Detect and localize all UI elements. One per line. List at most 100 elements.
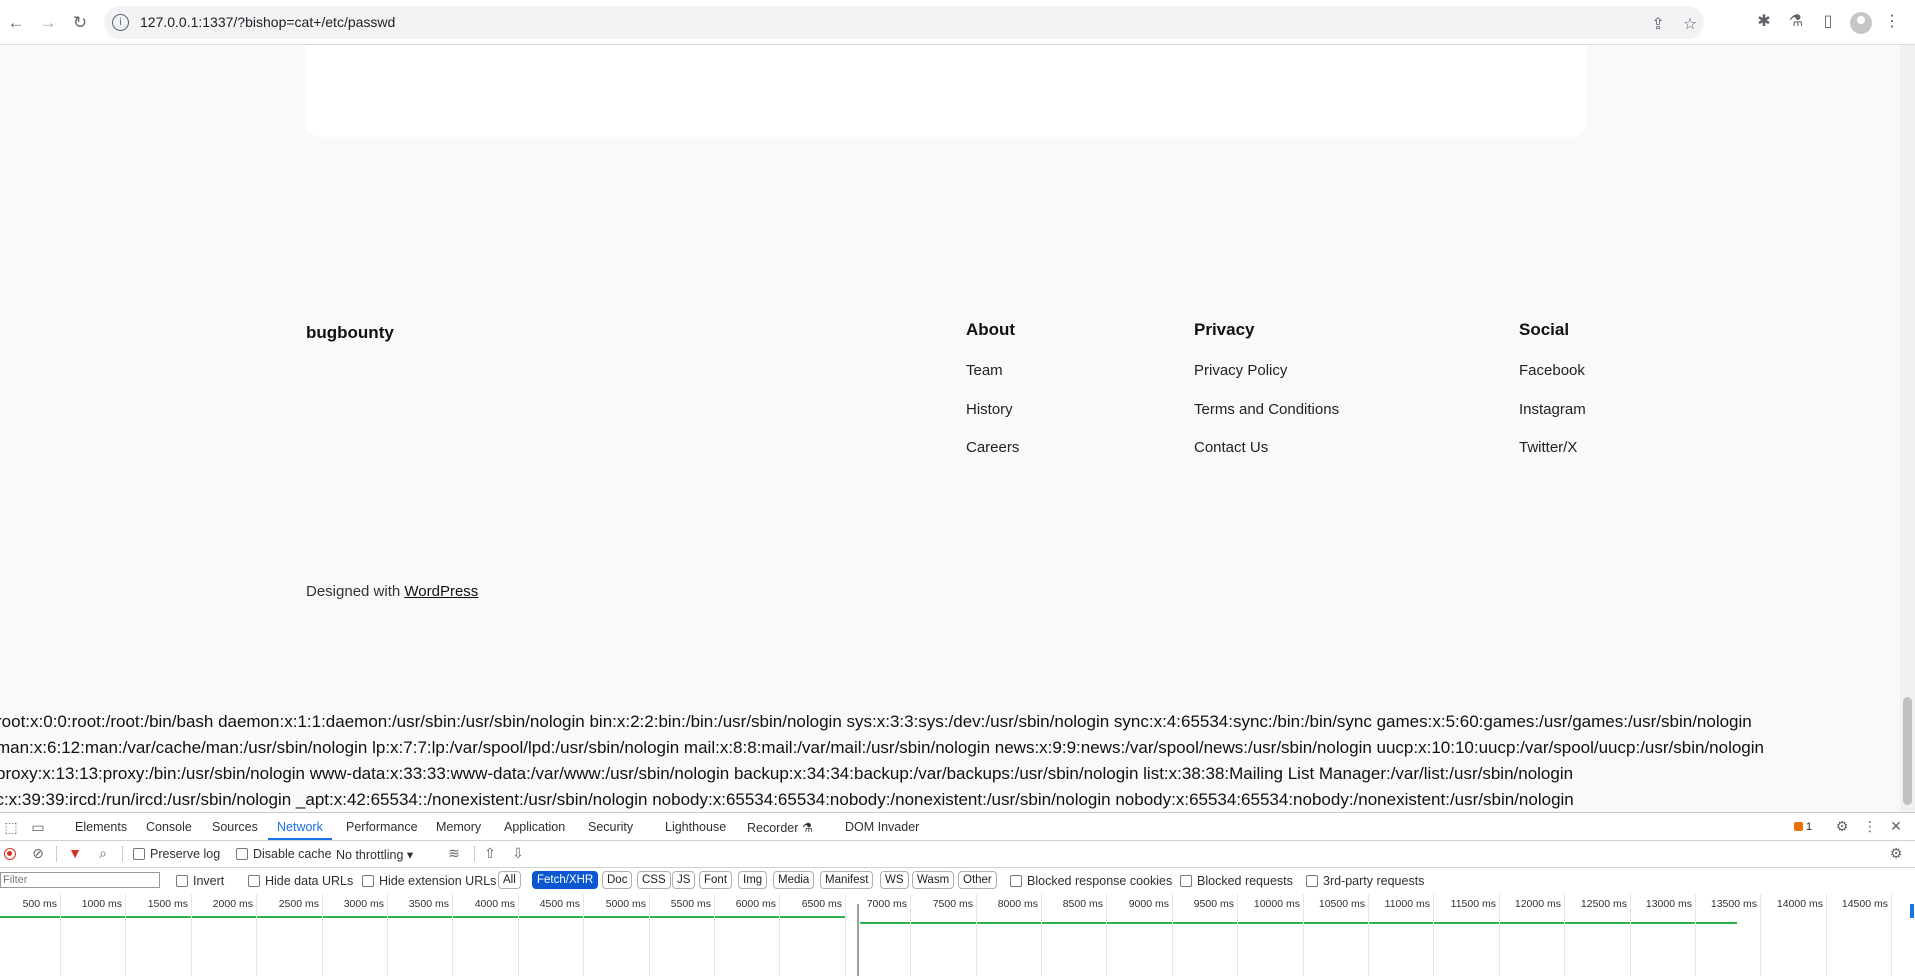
clear-icon[interactable]: ⊘	[30, 845, 46, 862]
bookmark-star-icon[interactable]: ☆	[1680, 14, 1700, 34]
footer-link-careers[interactable]: Careers	[966, 439, 1019, 456]
timeline-activity-bar	[0, 916, 846, 918]
forward-icon[interactable]: →	[38, 13, 58, 33]
lab-icon[interactable]: ⚗	[1786, 12, 1806, 32]
timeline-tick-label: 2000 ms	[212, 898, 253, 910]
tab-sources[interactable]: Sources	[212, 820, 258, 834]
device-toolbar-icon[interactable]: ▭	[30, 819, 46, 836]
timeline-tick-label: 10500 ms	[1318, 898, 1365, 910]
page-scrollbar[interactable]	[1900, 45, 1915, 812]
timeline-gridline	[1499, 894, 1500, 976]
type-filter-manifest[interactable]: Manifest	[820, 871, 874, 889]
filter-input[interactable]: Filter	[0, 872, 160, 888]
checkbox-box[interactable]	[236, 848, 248, 860]
footer-credit: Designed with WordPress	[306, 583, 478, 600]
checkbox-box[interactable]	[362, 875, 374, 887]
passwd-output: root:x:0:0:root:/root:/bin/bash daemon:x…	[0, 709, 1896, 812]
profile-icon[interactable]	[1850, 12, 1872, 34]
footer-link-privacy-policy[interactable]: Privacy Policy	[1194, 362, 1287, 379]
type-filter-all[interactable]: All	[498, 871, 521, 889]
timeline-tick-label: 7500 ms	[932, 898, 973, 910]
tab-application[interactable]: Application	[504, 820, 565, 834]
footer-link-terms[interactable]: Terms and Conditions	[1194, 401, 1339, 418]
timeline-tick-label: 14000 ms	[1776, 898, 1823, 910]
extensions-icon[interactable]: ✱	[1754, 12, 1774, 32]
preserve-log-label: Preserve log	[150, 847, 221, 861]
invert-checkbox[interactable]: Invert	[176, 874, 224, 888]
timeline-overview-handle[interactable]	[1910, 904, 1914, 918]
site-brand[interactable]: bugbounty	[306, 323, 394, 343]
checkbox-box[interactable]	[176, 875, 188, 887]
share-icon[interactable]: ⇪	[1648, 14, 1668, 34]
passwd-line: man:x:6:12:man:/var/cache/man:/usr/sbin/…	[0, 738, 1764, 757]
network-conditions-icon[interactable]: ≋	[446, 845, 462, 862]
type-filter-css[interactable]: CSS	[637, 871, 671, 889]
type-filter-other[interactable]: Other	[958, 871, 997, 889]
upload-icon[interactable]: ⇧	[482, 845, 498, 862]
reload-icon[interactable]: ↻	[70, 13, 90, 33]
timeline-tick-label: 13500 ms	[1710, 898, 1757, 910]
tab-lighthouse[interactable]: Lighthouse	[665, 820, 726, 834]
filter-icon[interactable]: ▼	[67, 845, 83, 861]
footer-link-facebook[interactable]: Facebook	[1519, 362, 1585, 379]
type-filter-fetch-xhr[interactable]: Fetch/XHR	[532, 871, 599, 889]
footer-link-contact[interactable]: Contact Us	[1194, 439, 1268, 456]
url-text[interactable]: 127.0.0.1:1337/?bishop=cat+/etc/passwd	[140, 14, 395, 30]
type-filter-wasm[interactable]: Wasm	[912, 871, 955, 889]
gear-icon[interactable]: ⚙	[1834, 818, 1850, 835]
network-settings-icon[interactable]: ⚙	[1888, 845, 1904, 862]
site-info-icon[interactable]: i	[112, 14, 129, 31]
footer-link-team[interactable]: Team	[966, 362, 1003, 379]
checkbox-box[interactable]	[133, 848, 145, 860]
tab-dom-invader[interactable]: DOM Invader	[845, 820, 919, 834]
record-icon[interactable]	[4, 848, 16, 860]
blocked-requests-checkbox[interactable]: Blocked requests	[1180, 874, 1293, 888]
footer-link-instagram[interactable]: Instagram	[1519, 401, 1586, 418]
footer-link-history[interactable]: History	[966, 401, 1013, 418]
checkbox-box[interactable]	[248, 875, 260, 887]
footer-link-twitter[interactable]: Twitter/X	[1519, 439, 1577, 456]
passwd-line: root:x:0:0:root:/root:/bin/bash daemon:x…	[0, 712, 1752, 731]
timeline-tick-label: 1500 ms	[147, 898, 188, 910]
throttling-select[interactable]: No throttling ▾	[336, 847, 413, 862]
more-options-icon[interactable]: ⋮	[1862, 818, 1878, 835]
close-icon[interactable]: ✕	[1888, 818, 1904, 835]
tab-network[interactable]: Network	[277, 820, 323, 834]
checkbox-box[interactable]	[1306, 875, 1318, 887]
checkbox-box[interactable]	[1010, 875, 1022, 887]
type-filter-media[interactable]: Media	[773, 871, 815, 889]
hide-extension-urls-checkbox[interactable]: Hide extension URLs	[362, 874, 496, 888]
download-icon[interactable]: ⇩	[510, 845, 526, 862]
back-icon[interactable]: ←	[6, 13, 26, 33]
wordpress-link[interactable]: WordPress	[404, 583, 478, 600]
tab-console[interactable]: Console	[146, 820, 192, 834]
tab-recorder[interactable]: Recorder ⚗	[747, 820, 813, 835]
issues-badge[interactable]: 1	[1794, 821, 1812, 833]
blocked-response-cookies-checkbox[interactable]: Blocked response cookies	[1010, 874, 1172, 888]
type-filter-ws[interactable]: WS	[880, 871, 909, 889]
third-party-requests-checkbox[interactable]: 3rd-party requests	[1306, 874, 1424, 888]
tab-security[interactable]: Security	[588, 820, 633, 834]
type-filter-doc[interactable]: Doc	[602, 871, 633, 889]
search-icon[interactable]: ⌕	[95, 845, 111, 862]
disable-cache-checkbox[interactable]: Disable cache	[236, 847, 332, 861]
hide-data-urls-checkbox[interactable]: Hide data URLs	[248, 874, 353, 888]
type-filter-js[interactable]: JS	[672, 871, 696, 889]
inspect-element-icon[interactable]: ⬚	[3, 819, 19, 836]
tab-memory[interactable]: Memory	[436, 820, 481, 834]
scrollbar-thumb[interactable]	[1903, 697, 1912, 805]
timeline-tick-label: 12500 ms	[1580, 898, 1627, 910]
timeline-tick-label: 8000 ms	[997, 898, 1038, 910]
timeline-gridline	[1630, 894, 1631, 976]
type-filter-font[interactable]: Font	[699, 871, 733, 889]
preserve-log-checkbox[interactable]: Preserve log	[133, 847, 220, 861]
tab-elements[interactable]: Elements	[75, 820, 127, 834]
address-bar[interactable]: i 127.0.0.1:1337/?bishop=cat+/etc/passwd…	[104, 6, 1704, 39]
network-overview-timeline[interactable]: 500 ms 1000 ms 1500 ms 2000 ms 2500 ms 3000 m…	[0, 894, 1915, 976]
type-filter-img[interactable]: Img	[738, 871, 768, 889]
timeline-gridline	[1564, 894, 1565, 976]
checkbox-box[interactable]	[1180, 875, 1192, 887]
menu-icon[interactable]: ⋮	[1882, 12, 1902, 32]
tab-performance[interactable]: Performance	[346, 820, 418, 834]
side-panel-icon[interactable]: ▯	[1818, 12, 1838, 32]
